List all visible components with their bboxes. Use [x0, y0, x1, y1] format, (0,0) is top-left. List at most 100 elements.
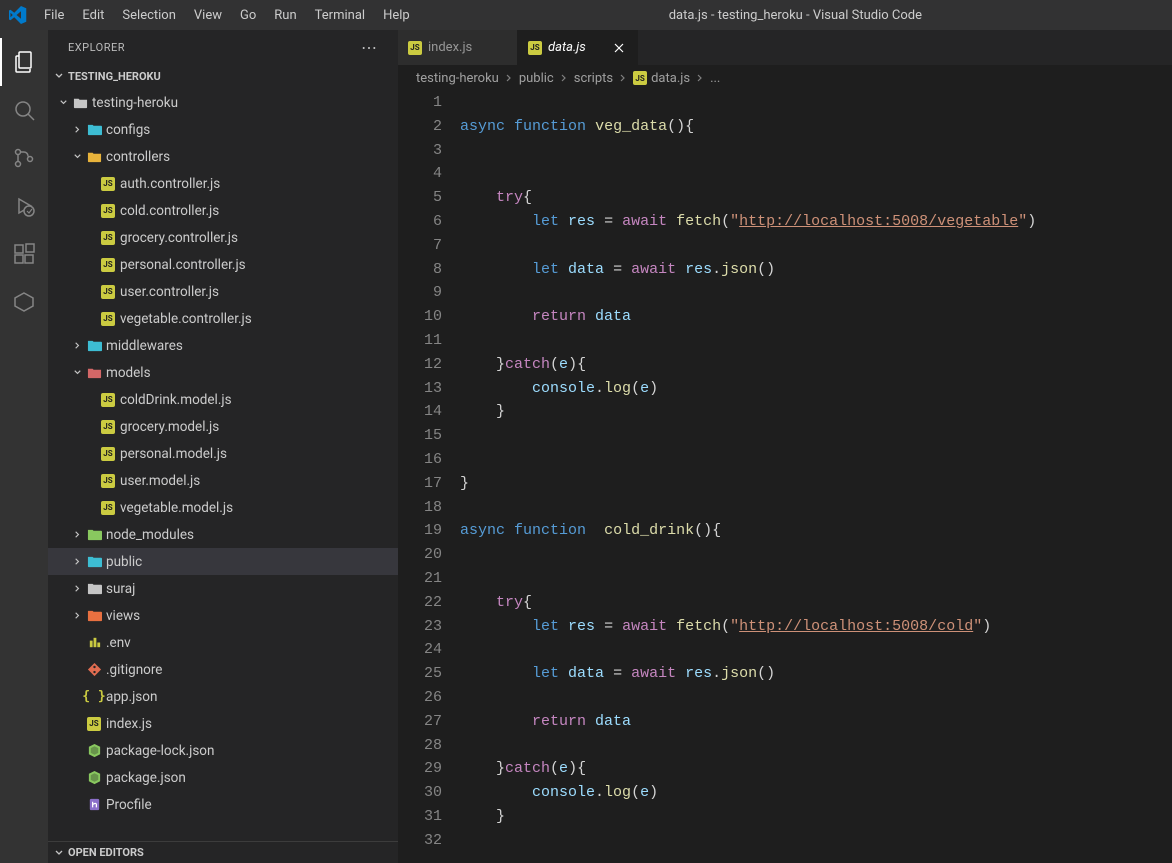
- file-user.controller.js[interactable]: JSuser.controller.js: [48, 278, 398, 305]
- tree-item-label: suraj: [104, 581, 135, 597]
- activity-remote[interactable]: [0, 278, 48, 326]
- close-icon[interactable]: [611, 40, 627, 56]
- tab-index.js[interactable]: JS index.js: [398, 30, 518, 65]
- menu-terminal[interactable]: Terminal: [306, 4, 374, 27]
- activity-scm[interactable]: [0, 134, 48, 182]
- code-line[interactable]: }: [460, 400, 1172, 424]
- js-icon: JS: [98, 474, 118, 488]
- folder-middlewares[interactable]: middlewares: [48, 332, 398, 359]
- code-line[interactable]: async function cold_drink(){: [460, 519, 1172, 543]
- breadcrumb-item[interactable]: public: [519, 71, 554, 86]
- menu-go[interactable]: Go: [231, 4, 265, 27]
- breadcrumb[interactable]: testing-heroku public scripts JSdata.js...: [398, 65, 1172, 91]
- code-line[interactable]: }: [460, 472, 1172, 496]
- js-icon: JS: [98, 393, 118, 407]
- folder-suraj[interactable]: suraj: [48, 575, 398, 602]
- code-line[interactable]: [460, 448, 1172, 472]
- file-grocery.model.js[interactable]: JSgrocery.model.js: [48, 413, 398, 440]
- code-line[interactable]: [460, 329, 1172, 353]
- folder-testing-heroku[interactable]: testing-heroku: [48, 89, 398, 116]
- menu-edit[interactable]: Edit: [73, 4, 113, 27]
- more-icon[interactable]: ⋯: [361, 38, 378, 57]
- tab-data.js[interactable]: JS data.js: [518, 30, 638, 65]
- code-line[interactable]: [460, 234, 1172, 258]
- tree-item-label: package-lock.json: [104, 743, 214, 759]
- file-.env[interactable]: .env: [48, 629, 398, 656]
- code-line[interactable]: [460, 424, 1172, 448]
- open-editors-section[interactable]: OPEN EDITORS: [48, 841, 398, 863]
- breadcrumb-item[interactable]: scripts: [574, 71, 613, 86]
- menu-view[interactable]: View: [185, 4, 231, 27]
- code-line[interactable]: [460, 734, 1172, 758]
- activity-search[interactable]: [0, 86, 48, 134]
- file-user.model.js[interactable]: JSuser.model.js: [48, 467, 398, 494]
- breadcrumb-item[interactable]: testing-heroku: [416, 71, 499, 86]
- js-icon: JS: [98, 231, 118, 245]
- activity-extensions[interactable]: [0, 230, 48, 278]
- folder-models[interactable]: models: [48, 359, 398, 386]
- code-line[interactable]: return data: [460, 710, 1172, 734]
- explorer-title: EXPLORER: [68, 41, 125, 54]
- file-tree: testing-herokuconfigscontrollersJSauth.c…: [48, 87, 398, 841]
- editor-area: JS index.js JS data.js testing-heroku pub…: [398, 30, 1172, 863]
- code-line[interactable]: [460, 638, 1172, 662]
- code-line[interactable]: let data = await res.json(): [460, 258, 1172, 282]
- code-line[interactable]: console.log(e): [460, 781, 1172, 805]
- code-line[interactable]: }catch(e){: [460, 757, 1172, 781]
- file-package.json[interactable]: package.json: [48, 764, 398, 791]
- file-grocery.controller.js[interactable]: JSgrocery.controller.js: [48, 224, 398, 251]
- folder-public[interactable]: public: [48, 548, 398, 575]
- folder-controllers[interactable]: controllers: [48, 143, 398, 170]
- code-line[interactable]: [460, 139, 1172, 163]
- code-line[interactable]: }: [460, 805, 1172, 829]
- code-content[interactable]: async function veg_data(){ try{ let res …: [460, 91, 1172, 863]
- file-auth.controller.js[interactable]: JSauth.controller.js: [48, 170, 398, 197]
- folder-views[interactable]: views: [48, 602, 398, 629]
- menu-file[interactable]: File: [35, 4, 73, 27]
- code-line[interactable]: [460, 567, 1172, 591]
- file-cold.controller.js[interactable]: JScold.controller.js: [48, 197, 398, 224]
- file-package-lock.json[interactable]: package-lock.json: [48, 737, 398, 764]
- folder-node_modules[interactable]: node_modules: [48, 521, 398, 548]
- code-line[interactable]: [460, 829, 1172, 853]
- file-.gitignore[interactable]: .gitignore: [48, 656, 398, 683]
- code-line[interactable]: [460, 686, 1172, 710]
- file-Procfile[interactable]: Procfile: [48, 791, 398, 818]
- file-personal.controller.js[interactable]: JSpersonal.controller.js: [48, 251, 398, 278]
- code-line[interactable]: console.log(e): [460, 377, 1172, 401]
- activity-debug[interactable]: [0, 182, 48, 230]
- code-line[interactable]: async function veg_data(){: [460, 115, 1172, 139]
- tree-item-label: user.controller.js: [118, 284, 219, 300]
- code-line[interactable]: let res = await fetch("http://localhost:…: [460, 210, 1172, 234]
- file-app.json[interactable]: { }app.json: [48, 683, 398, 710]
- breadcrumb-item[interactable]: ...: [710, 71, 720, 86]
- code-line[interactable]: let res = await fetch("http://localhost:…: [460, 615, 1172, 639]
- file-coldDrink.model.js[interactable]: JScoldDrink.model.js: [48, 386, 398, 413]
- code-line[interactable]: let data = await res.json(): [460, 662, 1172, 686]
- code-line[interactable]: return data: [460, 305, 1172, 329]
- menu-selection[interactable]: Selection: [113, 4, 184, 27]
- js-icon: JS: [98, 258, 118, 272]
- code-line[interactable]: try{: [460, 186, 1172, 210]
- code-line[interactable]: [460, 281, 1172, 305]
- tree-item-label: middlewares: [104, 338, 183, 354]
- menu-run[interactable]: Run: [265, 4, 305, 27]
- file-vegetable.controller.js[interactable]: JSvegetable.controller.js: [48, 305, 398, 332]
- code-line[interactable]: }catch(e){: [460, 353, 1172, 377]
- activity-explorer[interactable]: [0, 38, 48, 86]
- tree-item-label: public: [104, 554, 142, 570]
- menu-help[interactable]: Help: [374, 4, 419, 27]
- project-section-header[interactable]: TESTING_HEROKU: [48, 65, 398, 87]
- js-icon: JS: [98, 420, 118, 434]
- code-line[interactable]: [460, 496, 1172, 520]
- folder-configs[interactable]: configs: [48, 116, 398, 143]
- file-index.js[interactable]: JSindex.js: [48, 710, 398, 737]
- code-line[interactable]: [460, 543, 1172, 567]
- editor-body[interactable]: 1234567891011121314151617181920212223242…: [398, 91, 1172, 863]
- file-vegetable.model.js[interactable]: JSvegetable.model.js: [48, 494, 398, 521]
- code-line[interactable]: try{: [460, 591, 1172, 615]
- code-line[interactable]: [460, 91, 1172, 115]
- code-line[interactable]: [460, 162, 1172, 186]
- breadcrumb-item[interactable]: JSdata.js: [633, 71, 690, 86]
- file-personal.model.js[interactable]: JSpersonal.model.js: [48, 440, 398, 467]
